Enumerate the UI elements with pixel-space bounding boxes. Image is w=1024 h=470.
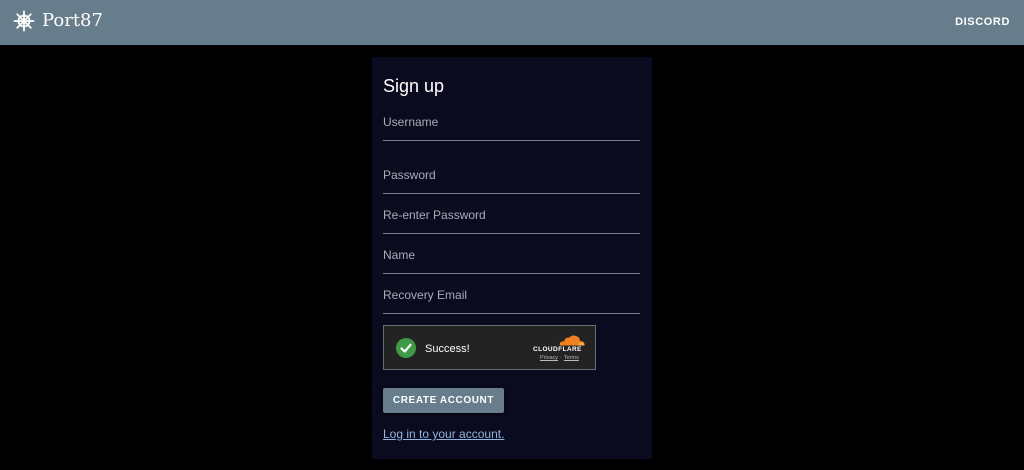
login-link[interactable]: Log in to your account. [383,427,504,441]
app-name: Port87 [42,10,103,31]
discord-link[interactable]: DISCORD [955,16,1010,28]
ship-wheel-icon [13,10,35,32]
create-account-button[interactable]: CREATE ACCOUNT [383,388,504,413]
captcha-status: Success! [425,343,470,355]
links-separator: · [560,355,562,361]
brand[interactable]: Port87 [13,10,103,32]
signup-card: Sign up Username Password Re-enter Passw… [372,57,652,459]
privacy-link[interactable]: Privacy [540,355,558,361]
password-field[interactable]: Password [383,168,640,194]
recovery-email-field[interactable]: Recovery Email [383,288,640,314]
username-label: Username [383,115,439,129]
reenter-password-field[interactable]: Re-enter Password [383,208,640,234]
cloudflare-logo: CLOUDFLARE [533,346,582,353]
username-field[interactable]: Username [383,115,640,141]
name-label: Name [383,248,416,262]
captcha-links: Privacy · Terms [540,355,579,361]
page-title: Sign up [383,76,445,96]
terms-link[interactable]: Terms [564,355,579,361]
cloudflare-cloud-icon [559,335,585,346]
check-circle-icon [396,338,416,358]
recovery-email-label: Recovery Email [383,288,468,302]
name-field[interactable]: Name [383,248,640,274]
reenter-password-label: Re-enter Password [383,208,486,222]
captcha-widget[interactable]: Success! CLOUDFLARE Privacy · Terms [383,325,596,370]
password-label: Password [383,168,436,182]
app-bar: Port87 DISCORD [0,0,1024,45]
